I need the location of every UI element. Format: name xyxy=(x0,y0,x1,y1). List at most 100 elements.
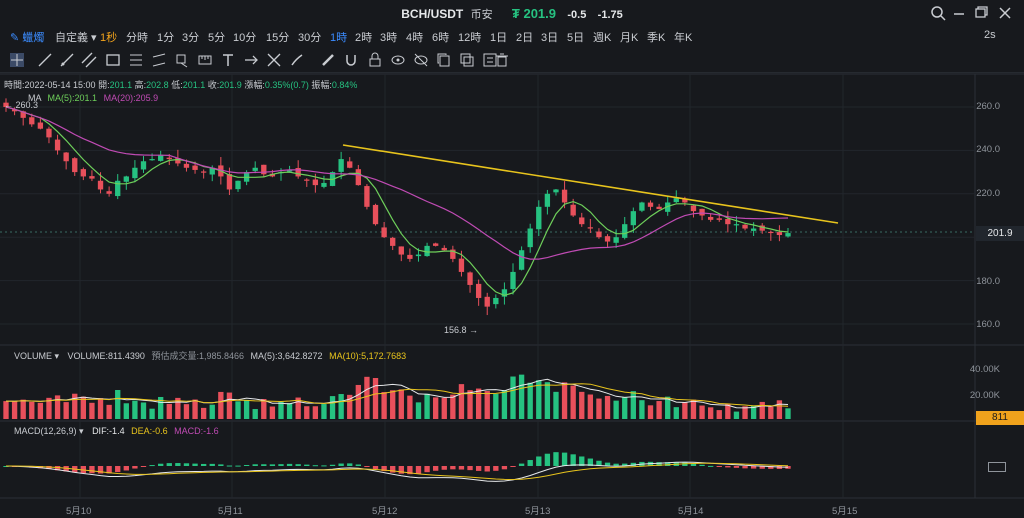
candle-body xyxy=(372,204,379,225)
candle-body xyxy=(776,232,783,236)
volume-bar xyxy=(622,397,628,419)
macd-histogram-bar xyxy=(278,464,284,466)
volume-bar xyxy=(132,400,138,419)
macd-histogram-bar xyxy=(192,463,198,466)
ma20-value: MA(20):205.9 xyxy=(103,93,159,103)
macd-histogram-bar xyxy=(226,465,233,467)
volume-bar xyxy=(89,402,95,419)
volume-ma10: MA(10):5,172.7683 xyxy=(329,351,407,361)
volume-bar xyxy=(54,395,61,419)
volume-bar xyxy=(484,391,490,419)
macd-dea: DEA:-0.6 xyxy=(131,426,168,436)
macd-histogram-bar xyxy=(707,465,714,467)
chg-label: 漲幅: xyxy=(244,80,265,90)
volume-tick: 20.00K xyxy=(969,390,1000,401)
candle-body xyxy=(355,169,361,186)
date-label: 5月11 xyxy=(218,506,243,517)
candle-body xyxy=(518,250,525,270)
volume-bar xyxy=(166,403,172,419)
price-tick: 260.0 xyxy=(976,101,1000,112)
volume-legend: VOLUME ▾ VOLUME:811.4390 預估成交量:1,985.846… xyxy=(14,351,407,361)
macd-histogram-bar xyxy=(338,463,344,466)
macd-value: MACD:-1.6 xyxy=(174,426,219,436)
volume-bar xyxy=(561,382,568,419)
volume-bar xyxy=(252,409,258,419)
volume-bar xyxy=(209,404,215,419)
candle-body xyxy=(785,233,791,237)
macd-histogram-bar xyxy=(269,464,276,466)
volume-bar xyxy=(192,399,198,419)
candle-body xyxy=(768,231,774,234)
candle-body xyxy=(338,159,344,172)
date-label: 5月15 xyxy=(832,506,858,517)
trendline xyxy=(342,144,839,224)
low-value: 201.1 xyxy=(182,80,206,90)
amp-value: 0.84% xyxy=(331,80,358,90)
current-price-tag: 201.9 xyxy=(976,226,1024,241)
volume-bar xyxy=(29,401,35,419)
volume-bar xyxy=(544,382,551,419)
volume-bar xyxy=(11,401,18,419)
candle-body xyxy=(304,179,310,181)
volume-ma10-line xyxy=(5,383,789,407)
volume-bar xyxy=(518,374,525,419)
macd-legend: MACD(12,26,9) ▾ DIF:-1.4 DEA:-0.6 MACD:-… xyxy=(14,426,219,436)
macd-settings-icon[interactable] xyxy=(988,462,1006,472)
candle-body xyxy=(690,205,697,212)
ma5-value: MA(5):201.1 xyxy=(47,93,98,103)
ohlc-info: 時間:2022-05-14 15:00 開:201.1 高:202.8 低:20… xyxy=(4,78,357,91)
volume-bar xyxy=(80,396,87,419)
macd-histogram-bar xyxy=(733,466,740,468)
macd-histogram-bar xyxy=(355,464,361,466)
candle-body xyxy=(484,296,490,307)
macd-histogram-bar xyxy=(553,452,559,466)
volume-bar xyxy=(587,394,594,419)
volume-label: VOLUME xyxy=(14,351,53,361)
candle-body xyxy=(29,117,35,125)
ma-legend: MA MA(5):201.1 MA(20):205.9 xyxy=(28,93,158,103)
volume-bar xyxy=(510,376,516,419)
volume-bar xyxy=(579,391,585,419)
candle-body xyxy=(725,219,731,225)
macd-histogram-bar xyxy=(415,466,422,474)
candle-body xyxy=(613,237,619,243)
candle-body xyxy=(261,164,267,175)
macd-histogram-bar xyxy=(475,466,482,471)
volume-bar xyxy=(63,402,69,419)
price-tick: 220.0 xyxy=(976,188,1000,199)
volume-bar xyxy=(415,402,422,419)
candle-body xyxy=(364,186,370,207)
volume-bar xyxy=(613,400,619,419)
candle-body xyxy=(46,128,52,138)
open-label: 開: xyxy=(98,80,110,90)
volume-bar xyxy=(3,401,9,419)
volume-bar xyxy=(149,408,155,419)
candle-body xyxy=(149,159,155,161)
date-label: 5月12 xyxy=(372,506,398,517)
macd-histogram-bar xyxy=(544,453,551,466)
volume-tag: 811 xyxy=(976,411,1024,425)
volume-bar xyxy=(338,394,344,419)
candle-body xyxy=(596,231,602,238)
volume-bar xyxy=(450,394,456,419)
candle-body xyxy=(639,202,645,211)
macd-histogram-bar xyxy=(252,464,258,466)
macd-histogram-bar xyxy=(286,463,293,466)
macd-histogram-bar xyxy=(329,464,336,466)
macd-histogram-bar xyxy=(209,463,215,466)
volume-bar xyxy=(235,401,241,419)
volume-bar xyxy=(218,391,224,419)
candle-body xyxy=(183,163,190,168)
macd-histogram-bar xyxy=(536,456,542,466)
volume-bar xyxy=(433,397,439,419)
volume-bar xyxy=(673,407,679,419)
volume-bar xyxy=(647,405,654,419)
volume-bar xyxy=(527,382,533,419)
candle-body xyxy=(106,191,112,194)
candle-body xyxy=(424,245,430,257)
high-label: 高: xyxy=(134,80,147,90)
volume-bar xyxy=(304,406,310,419)
macd-histogram-bar xyxy=(493,466,499,471)
volume-bar xyxy=(364,376,370,419)
candle-body xyxy=(381,227,387,238)
